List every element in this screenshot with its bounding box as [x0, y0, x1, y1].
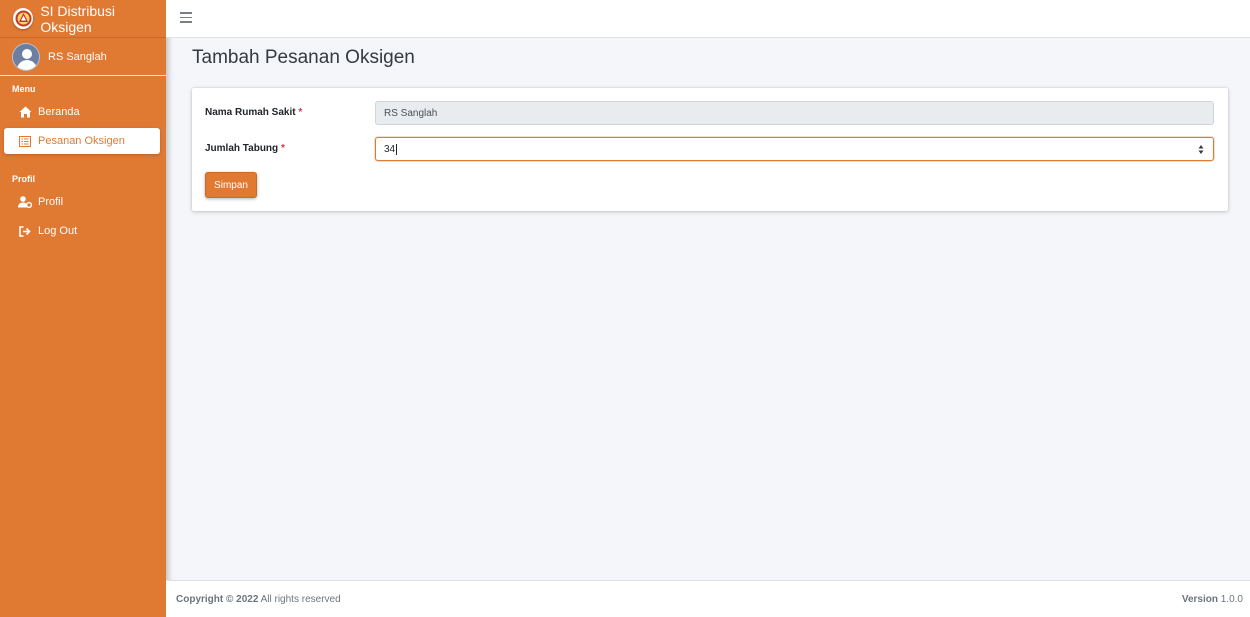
sidebar: SI Distribusi Oksigen RS Sanglah Menu Be…	[0, 0, 166, 617]
sidebar-item-label: Beranda	[38, 106, 80, 118]
list-icon	[18, 134, 32, 148]
hospital-name-value: RS Sanglah	[384, 107, 438, 119]
hamburger-icon[interactable]	[180, 12, 192, 24]
sidebar-item-profil[interactable]: Profil	[4, 189, 160, 215]
footer: Copyright © 2022 All rights reserved Ver…	[166, 580, 1250, 617]
user-avatar-icon	[12, 42, 40, 71]
version-text: Version 1.0.0	[1181, 594, 1243, 605]
user-cog-icon	[18, 195, 32, 209]
nav-header-menu: Menu	[12, 84, 36, 94]
brand-title: SI Distribusi Oksigen	[40, 2, 115, 35]
home-icon	[18, 105, 32, 119]
brand-link[interactable]: SI Distribusi Oksigen	[0, 0, 166, 38]
sidebar-item-log-out[interactable]: Log Out	[4, 218, 160, 244]
top-navbar	[166, 0, 1250, 38]
save-button[interactable]: Simpan	[205, 172, 257, 198]
sidebar-item-pesanan-oksigen[interactable]: Pesanan Oksigen	[4, 128, 160, 154]
copyright-text: Copyright © 2022 All rights reserved	[176, 594, 341, 605]
sidebar-item-label: Profil	[38, 196, 64, 208]
page-title: Tambah Pesanan Oksigen	[192, 47, 415, 68]
sidebar-item-label: Log Out	[38, 225, 78, 237]
required-mark: *	[298, 107, 303, 118]
user-name[interactable]: RS Sanglah	[48, 51, 107, 63]
number-spinner-icon[interactable]	[1198, 144, 1204, 155]
order-form-card: Nama Rumah Sakit * RS Sanglah Jumlah Tab…	[192, 88, 1228, 211]
emblem-logo-icon	[13, 8, 34, 29]
quantity-input[interactable]: 34	[375, 137, 1214, 161]
required-mark: *	[280, 143, 285, 154]
nav-header-profil: Profil	[12, 174, 36, 184]
quantity-value: 34	[384, 143, 396, 155]
text-caret	[396, 143, 398, 155]
sign-out-icon	[18, 224, 32, 238]
hospital-name-label: Nama Rumah Sakit *	[205, 107, 303, 118]
quantity-label: Jumlah Tabung *	[205, 143, 285, 154]
sidebar-item-label: Pesanan Oksigen	[38, 135, 125, 147]
user-panel[interactable]: RS Sanglah	[0, 38, 166, 76]
sidebar-item-beranda[interactable]: Beranda	[4, 99, 160, 125]
hospital-name-field: RS Sanglah	[375, 101, 1214, 125]
